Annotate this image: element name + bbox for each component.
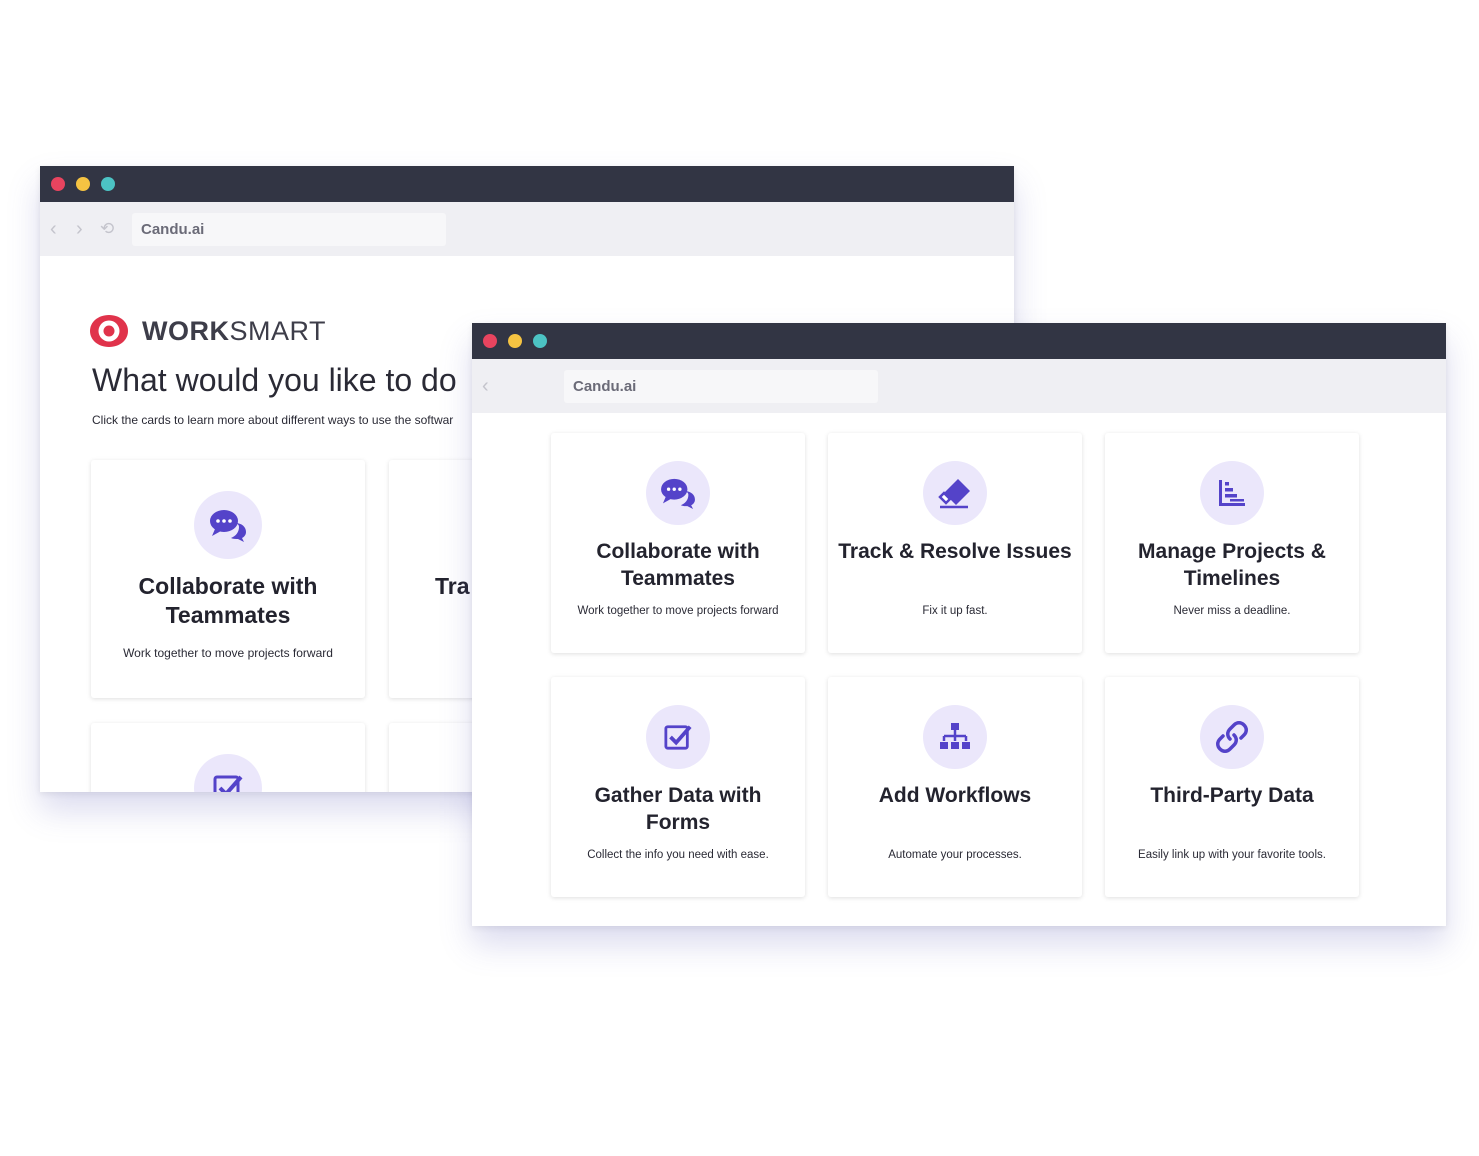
reload-icon[interactable]: ⟲ xyxy=(100,216,114,242)
card-description: Work together to move projects forward xyxy=(577,605,779,617)
card-description: Automate your processes. xyxy=(888,849,1022,861)
back-arrow-icon[interactable]: ‹ xyxy=(482,373,489,399)
checkbox-icon xyxy=(646,705,710,769)
card-collaborate[interactable]: Collaborate with Teammates Work together… xyxy=(91,460,365,698)
timeline-chart-icon xyxy=(1200,461,1264,525)
eraser-icon xyxy=(923,461,987,525)
workflow-icon xyxy=(923,705,987,769)
checkbox-icon xyxy=(194,754,262,792)
forward-arrow-icon[interactable]: › xyxy=(76,216,83,242)
address-bar[interactable]: Candu.ai xyxy=(564,370,878,403)
card-description: Never miss a deadline. xyxy=(1173,605,1291,617)
browser-toolbar: ‹ Candu.ai xyxy=(472,359,1446,413)
address-bar[interactable]: Candu.ai xyxy=(132,213,446,246)
card-title: Third-Party Data xyxy=(1150,784,1314,807)
card-third-party-data[interactable]: Third-Party Data Easily link up with you… xyxy=(1105,677,1359,897)
card-manage-projects[interactable]: Manage Projects & Timelines Never miss a… xyxy=(1105,433,1359,653)
card-gather-data[interactable]: Gather Data with Forms Collect the info … xyxy=(551,677,805,897)
card-add-workflows[interactable]: Add Workflows Automate your processes. xyxy=(828,677,1082,897)
card-title: Add Workflows xyxy=(878,784,1032,807)
chat-icon xyxy=(646,461,710,525)
minimize-dot[interactable] xyxy=(508,334,522,348)
front-browser-window: ‹ Candu.ai Collaborate with Teammates Wo… xyxy=(472,323,1446,926)
card-gather-data[interactable] xyxy=(91,723,365,792)
titlebar xyxy=(40,166,1014,202)
card-collaborate[interactable]: Collaborate with Teammates Work together… xyxy=(551,433,805,653)
card-title: Collaborate with Teammates xyxy=(596,540,760,590)
card-description: Fix it up fast. xyxy=(922,605,988,617)
card-description: Easily link up with your favorite tools. xyxy=(1138,849,1326,861)
maximize-dot[interactable] xyxy=(533,334,547,348)
browser-toolbar: ‹ › ⟲ Candu.ai xyxy=(40,202,1014,256)
card-title: Manage Projects & Timelines xyxy=(1138,540,1326,590)
card-title: Gather Data with Forms xyxy=(594,784,762,834)
page-subline: Click the cards to learn more about diff… xyxy=(92,413,454,427)
titlebar xyxy=(472,323,1446,359)
target-logo-icon xyxy=(90,315,128,347)
minimize-dot[interactable] xyxy=(76,177,90,191)
card-description: Collect the info you need with ease. xyxy=(587,849,769,861)
link-icon xyxy=(1200,705,1264,769)
page-headline: What would you like to do xyxy=(92,362,457,398)
chat-icon xyxy=(194,491,262,559)
close-dot[interactable] xyxy=(51,177,65,191)
close-dot[interactable] xyxy=(483,334,497,348)
back-arrow-icon[interactable]: ‹ xyxy=(50,216,57,242)
card-description: Work together to move projects forward xyxy=(123,646,333,660)
maximize-dot[interactable] xyxy=(101,177,115,191)
card-title: Track & Resolve Issues xyxy=(838,540,1072,563)
card-title: Collaborate with Teammates xyxy=(138,573,318,628)
card-track-resolve[interactable]: Track & Resolve Issues Fix it up fast. xyxy=(828,433,1082,653)
worksmart-logo: WORKSMART xyxy=(88,312,326,350)
brand-name: WORKSMART xyxy=(142,315,326,346)
